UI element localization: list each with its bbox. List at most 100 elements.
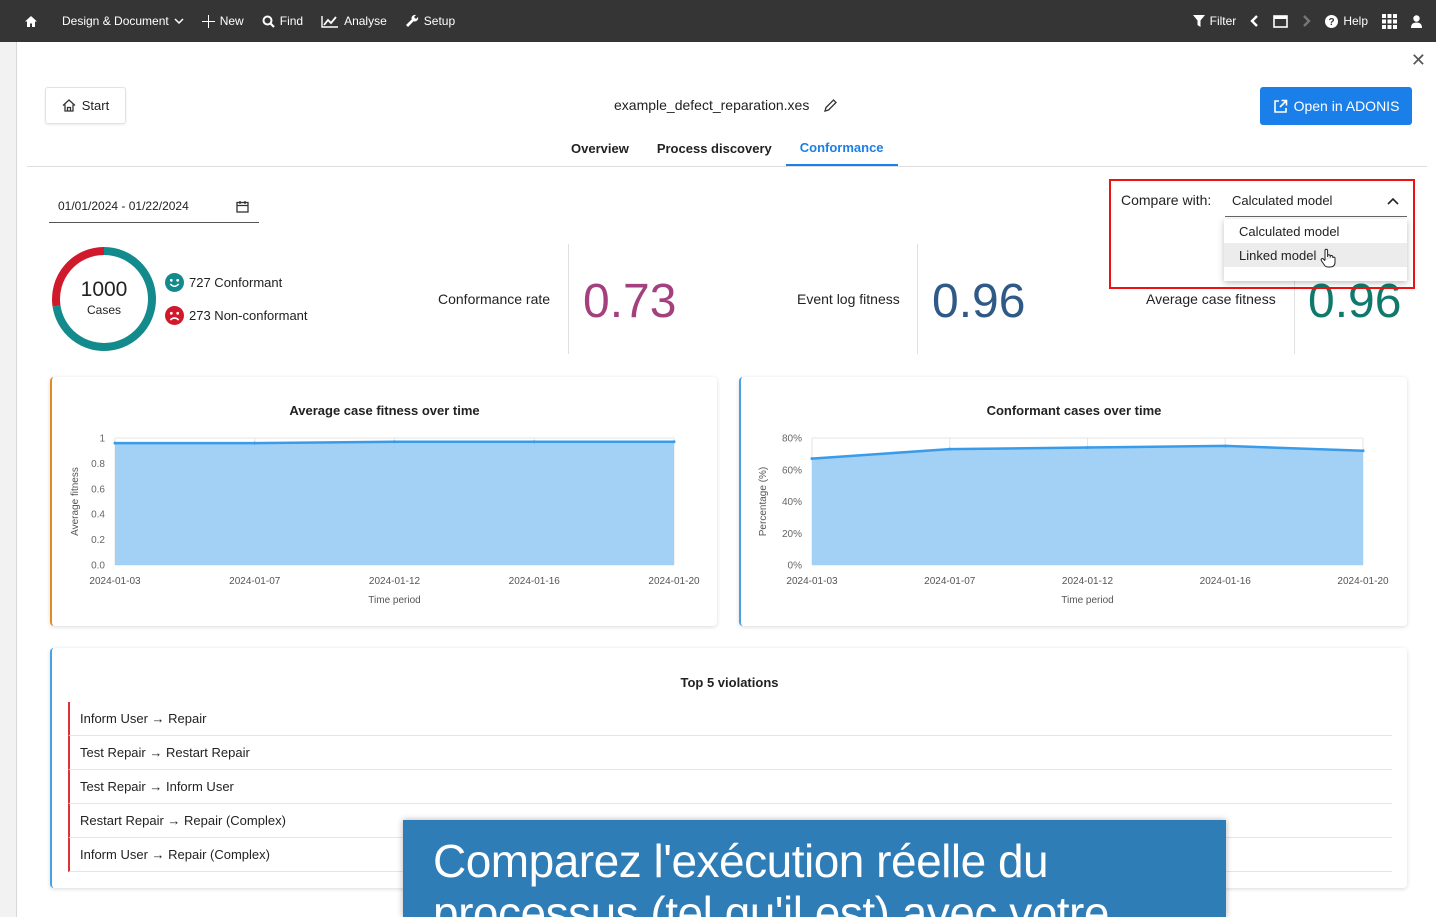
conformant-cases-chart: 0% 20% 40% 60% 80% 2024-01-03 2024-01-07 2024-0… (758, 434, 1389, 607)
data-point (672, 440, 676, 444)
user-button[interactable] (1411, 14, 1422, 28)
calendar-icon[interactable] (236, 200, 249, 213)
x-tick-label: 2024-01-12 (369, 576, 421, 587)
x-axis-label: Time period (368, 595, 420, 606)
tab-process-discovery[interactable]: Process discovery (643, 130, 786, 166)
x-tick-label: 2024-01-03 (786, 576, 838, 587)
toolbar-right: Filter ? Help (1192, 0, 1426, 42)
data-point (1086, 446, 1089, 450)
chevron-left-icon (1250, 15, 1259, 27)
y-tick-label: 1 (99, 434, 105, 445)
filter-button[interactable]: Filter (1192, 14, 1237, 28)
y-tick-label: 0.4 (91, 510, 105, 521)
y-tick-label: 0% (788, 561, 803, 572)
help-button[interactable]: ? Help (1325, 14, 1368, 28)
forward-button[interactable] (1302, 15, 1312, 27)
cases-total-number: 1000 (80, 278, 128, 301)
design-document-menu[interactable]: Design & Document (62, 14, 184, 28)
compare-highlight-box (1109, 179, 1415, 289)
y-tick-label: 0.0 (91, 561, 105, 572)
y-tick-label: 20% (782, 529, 802, 540)
svg-text:?: ? (1329, 17, 1335, 28)
y-tick-label: 40% (782, 497, 802, 508)
x-tick-label: 2024-01-20 (648, 576, 700, 587)
conformance-panel: ✕ Start example_defect_reparation.xes Op… (16, 42, 1436, 917)
filter-icon (1192, 15, 1205, 27)
setup-label: Setup (423, 14, 456, 28)
data-point (948, 447, 952, 451)
y-tick-label: 60% (782, 465, 802, 476)
x-tick-label: 2024-01-07 (924, 576, 976, 587)
window-icon (1273, 14, 1289, 28)
x-tick-label: 2024-01-12 (1062, 576, 1114, 587)
date-range-picker[interactable]: 01/01/2024 - 01/22/2024 (49, 190, 259, 223)
violations-title: Top 5 violations (680, 675, 779, 690)
view-tabs: Overview Process discovery Conformance (557, 130, 898, 166)
external-link-icon (1273, 99, 1287, 113)
tabs-divider (27, 166, 1427, 167)
data-point (1223, 444, 1227, 448)
cases-total: 1000 Cases (50, 278, 158, 317)
x-axis-label: Time period (1061, 595, 1113, 606)
analyse-button[interactable]: Analyse (321, 14, 387, 28)
pencil-icon[interactable] (823, 98, 838, 113)
legend-non-conformant: 273 Non-conformant (165, 305, 308, 325)
filter-label: Filter (1209, 14, 1237, 28)
find-button[interactable]: Find (262, 14, 303, 28)
home-outline-icon (62, 99, 76, 112)
x-tick-label: 2024-01-16 (509, 576, 561, 587)
apps-grid-icon (1382, 13, 1397, 29)
data-point (393, 440, 396, 444)
data-point (113, 441, 117, 445)
top-toolbar: Design & Document New Find Analyse Setup… (0, 0, 1436, 42)
conformant-cases-card: Conformant cases over time 0% 20% 40% 60% 80… (739, 377, 1407, 626)
data-point (1361, 449, 1365, 453)
wrench-icon (405, 14, 418, 27)
open-in-adonis-button[interactable]: Open in ADONIS (1260, 87, 1412, 125)
cases-legend: 727 Conformant 273 Non-conformant (165, 272, 308, 338)
apps-button[interactable] (1382, 13, 1397, 29)
x-tick-label: 2024-01-20 (1337, 576, 1389, 587)
caption-line-2: processus (tel qu'il est) avec votre (433, 886, 1109, 917)
data-point (810, 457, 814, 461)
start-button[interactable]: Start (45, 87, 126, 124)
file-title: example_defect_reparation.xes (614, 97, 838, 113)
tab-conformance[interactable]: Conformance (785, 130, 898, 166)
series-area (115, 441, 674, 565)
plus-icon (201, 14, 215, 28)
legend-conformant: 727 Conformant (165, 272, 308, 292)
y-axis-label: Average fitness (70, 467, 81, 536)
y-tick-label: 80% (782, 434, 802, 445)
x-tick-label: 2024-01-16 (1200, 576, 1252, 587)
violation-row[interactable]: Inform User → Repair (68, 702, 1392, 736)
y-tick-label: 0.6 (91, 484, 105, 495)
y-tick-label: 0.2 (91, 535, 105, 546)
filename-text: example_defect_reparation.xes (614, 97, 810, 113)
help-icon: ? (1325, 14, 1339, 28)
line-chart-icon (321, 15, 339, 28)
design-document-label: Design & Document (62, 14, 169, 28)
search-icon (262, 15, 275, 28)
date-range-text: 01/01/2024 - 01/22/2024 (58, 199, 189, 213)
series-area (812, 445, 1363, 565)
home-button[interactable] (24, 15, 38, 28)
back-button[interactable] (1250, 15, 1259, 27)
event-log-fitness-label: Event log fitness (797, 291, 900, 307)
close-icon[interactable]: ✕ (1411, 50, 1426, 71)
smiley-sad-icon (165, 305, 184, 325)
data-point (253, 441, 257, 445)
start-label: Start (81, 98, 110, 113)
violation-row[interactable]: Test Repair → Inform User (68, 770, 1392, 804)
open-in-adonis-label: Open in ADONIS (1293, 98, 1400, 114)
data-point (532, 440, 536, 444)
average-case-fitness-card: Average case fitness over time 0.0 0.2 0.4… (50, 377, 717, 626)
setup-button[interactable]: Setup (405, 14, 455, 28)
home-icon (25, 15, 37, 27)
violation-row[interactable]: Test Repair → Restart Repair (68, 736, 1392, 770)
new-button[interactable]: New (201, 14, 244, 28)
window-button[interactable] (1273, 14, 1289, 28)
metric-divider (568, 244, 569, 354)
user-icon (1411, 14, 1422, 28)
tab-overview[interactable]: Overview (557, 130, 643, 166)
x-tick-label: 2024-01-07 (229, 576, 281, 587)
